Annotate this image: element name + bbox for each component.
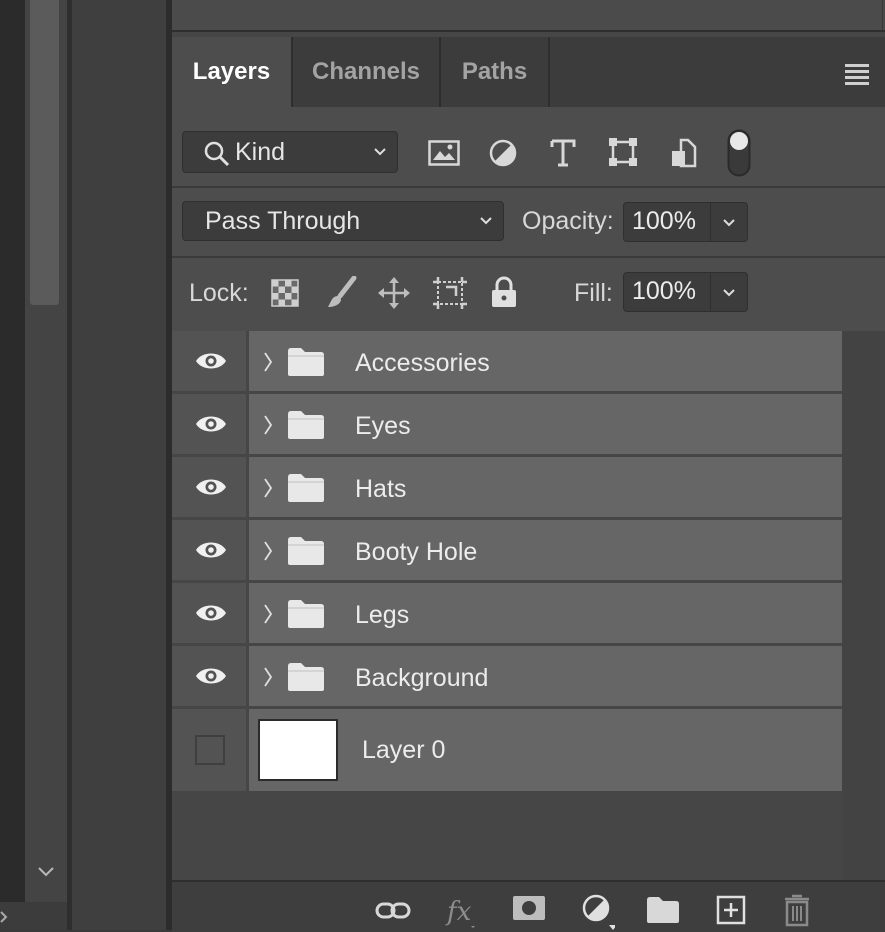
search-icon [204, 141, 230, 167]
kind-filter-select[interactable]: Kind [182, 131, 398, 173]
expand-chevron-icon[interactable] [262, 666, 274, 688]
expand-chevron-icon[interactable] [262, 351, 274, 373]
type-filter-icon[interactable] [550, 139, 576, 167]
folder-icon [288, 348, 324, 376]
lock-transparency-icon[interactable] [271, 279, 299, 307]
filter-toggle-switch[interactable] [727, 129, 751, 177]
opacity-value: 100% [632, 207, 696, 235]
layer-name: Accessories [355, 349, 490, 377]
chevron-down-icon [723, 219, 735, 227]
lock-label: Lock: [189, 279, 249, 307]
opacity-label: Opacity: [522, 207, 614, 235]
eye-icon[interactable] [194, 539, 228, 561]
delete-layer-icon[interactable] [783, 893, 811, 927]
left-scroll-thumb[interactable] [30, 0, 59, 305]
layer-row[interactable] [249, 520, 842, 580]
adjustment-filter-icon[interactable] [489, 139, 517, 167]
expand-chevron-icon[interactable] [262, 603, 274, 625]
layer-name: Layer 0 [362, 736, 446, 764]
visibility-toggle-off[interactable] [195, 735, 225, 765]
layer-row[interactable] [249, 394, 842, 454]
layer-name: Eyes [355, 412, 411, 440]
layer-name: Legs [355, 601, 410, 629]
layers-scrollbar[interactable] [842, 331, 885, 880]
layers-list: Accessories Eyes Hats Booty Hole Legs Ba… [172, 331, 885, 880]
layer-name: Background [355, 664, 489, 692]
expand-chevron-icon[interactable] [262, 540, 274, 562]
fill-field[interactable]: 100% [623, 272, 748, 312]
lock-all-icon[interactable] [490, 276, 518, 308]
add-mask-icon[interactable] [512, 895, 546, 921]
tab-paths-label: Paths [461, 58, 528, 85]
layer-row[interactable] [249, 646, 842, 706]
upper-panel [172, 0, 885, 32]
eye-icon[interactable] [194, 476, 228, 498]
svg-text:fx: fx [445, 897, 472, 927]
toolbar-column [72, 0, 166, 930]
chevron-down-icon[interactable] [37, 865, 55, 883]
chevron-down-icon [374, 148, 386, 156]
layers-footer-bar: fx [172, 880, 885, 932]
panel-tab-bar: Layers Channels Paths [172, 37, 885, 107]
chevron-down-icon [723, 289, 735, 297]
tab-channels-label: Channels [311, 58, 421, 85]
tab-layers-label: Layers [192, 58, 271, 85]
left-dock-strip [0, 0, 25, 930]
panel-menu-icon[interactable] [845, 64, 869, 88]
fx-icon[interactable]: fx [445, 894, 479, 928]
chevron-down-icon [480, 217, 492, 225]
folder-icon [288, 411, 324, 439]
folder-icon [288, 537, 324, 565]
tab-layers[interactable]: Layers [172, 37, 293, 107]
lock-image-icon[interactable] [326, 276, 358, 310]
opacity-field[interactable]: 100% [623, 202, 748, 242]
new-adjustment-icon[interactable] [581, 893, 615, 931]
layers-panel: Layers Channels Paths Kind Pass Through … [172, 0, 885, 932]
opacity-dropdown-button[interactable] [710, 203, 747, 241]
blend-mode-select[interactable]: Pass Through [182, 201, 504, 241]
layer-row[interactable] [249, 583, 842, 643]
new-group-icon[interactable] [646, 896, 680, 924]
pixel-filter-icon[interactable] [428, 140, 460, 166]
folder-icon [288, 663, 324, 691]
tab-channels[interactable]: Channels [293, 37, 441, 107]
kind-label: Kind [235, 137, 286, 166]
tab-paths[interactable]: Paths [441, 37, 550, 107]
layer-row[interactable] [249, 331, 842, 391]
lock-position-icon[interactable] [377, 276, 411, 310]
new-layer-icon[interactable] [716, 895, 746, 925]
smart-object-filter-icon[interactable] [671, 138, 697, 168]
left-bottom-bar [0, 902, 67, 930]
eye-icon[interactable] [194, 602, 228, 624]
lock-artboard-icon[interactable] [432, 276, 468, 310]
eye-icon[interactable] [194, 665, 228, 687]
layer-thumbnail[interactable] [258, 719, 338, 781]
expand-chevron-icon[interactable] [262, 477, 274, 499]
layer-row[interactable] [249, 457, 842, 517]
shape-filter-icon[interactable] [608, 137, 638, 167]
link-layers-icon[interactable] [375, 900, 411, 922]
layer-name: Booty Hole [355, 538, 478, 566]
folder-icon [288, 474, 324, 502]
folder-icon [288, 600, 324, 628]
fill-dropdown-button[interactable] [710, 273, 747, 311]
eye-icon[interactable] [194, 413, 228, 435]
eye-icon[interactable] [194, 350, 228, 372]
blend-mode-value: Pass Through [205, 206, 361, 235]
fill-value: 100% [632, 277, 696, 305]
expand-chevron-icon[interactable] [262, 414, 274, 436]
fill-label: Fill: [574, 279, 613, 307]
layer-name: Hats [355, 475, 407, 503]
